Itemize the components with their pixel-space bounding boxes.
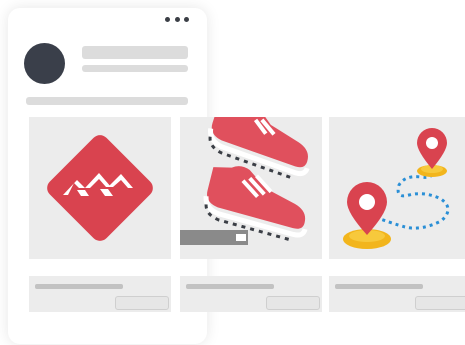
footer-action-button[interactable] <box>415 296 465 310</box>
product-card-route[interactable] <box>329 117 465 259</box>
route-pins-icon <box>343 128 450 249</box>
product-card-sneakers[interactable] <box>180 117 322 259</box>
product-card-logo[interactable] <box>29 117 171 259</box>
username-placeholder <box>82 46 188 59</box>
brand-logo-icon <box>47 135 153 241</box>
footer-action-button[interactable] <box>266 296 320 310</box>
caption-placeholder <box>26 97 188 105</box>
subtitle-placeholder <box>82 65 188 72</box>
avatar[interactable] <box>24 43 65 84</box>
card-footer-1 <box>29 276 171 312</box>
sneakers-icon <box>180 117 310 245</box>
footer-action-button[interactable] <box>115 296 169 310</box>
card-footer-2 <box>180 276 322 312</box>
footer-title-placeholder <box>335 284 423 289</box>
card-footer-3 <box>329 276 465 312</box>
footer-title-placeholder <box>186 284 274 289</box>
footer-title-placeholder <box>35 284 123 289</box>
more-options-icon[interactable] <box>165 14 189 24</box>
